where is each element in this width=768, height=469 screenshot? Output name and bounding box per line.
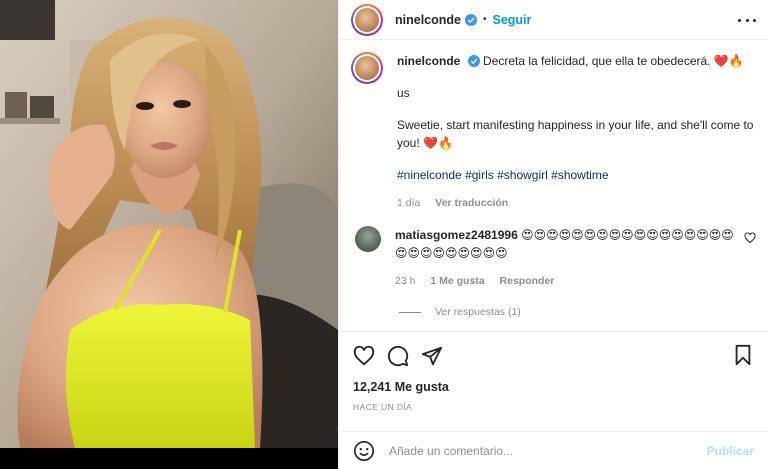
caption-lang-marker: us — [397, 86, 410, 100]
caption-username[interactable]: ninelconde — [397, 54, 460, 68]
caption-meta: 1 día Ver traducción — [397, 194, 756, 212]
post-header: ninelconde • Seguir — [339, 0, 768, 40]
comment-input[interactable] — [389, 443, 707, 458]
comment-likes[interactable]: 1 Me gusta — [430, 275, 484, 287]
comment-icon[interactable] — [387, 345, 409, 367]
hashtag-link[interactable]: #ninelconde — [397, 168, 462, 182]
commenter-username[interactable]: matiasgomez2481996 — [395, 228, 518, 242]
author-username[interactable]: ninelconde — [395, 13, 461, 27]
comments-section: ninelconde Decreta la felicidad, que ell… — [339, 40, 768, 331]
verified-icon — [467, 55, 480, 67]
comment-meta: 23 h 1 Me gusta Responder — [395, 272, 734, 290]
action-icons — [353, 344, 754, 368]
publish-button[interactable]: Publicar — [707, 444, 754, 458]
post-actions: 12,241 Me gusta HACE UN DÍA — [339, 331, 768, 431]
comment-body: matiasgomez2481996 😍😍😍😍😍😍😍😍😍😍😍😍😍😍😍😍😍😍😍😍😍… — [395, 226, 756, 290]
emoji-icon[interactable] — [353, 440, 375, 462]
header-separator: • — [482, 14, 487, 25]
author-avatar[interactable] — [351, 3, 383, 36]
verified-icon — [464, 13, 477, 26]
comment-time: 23 h — [395, 275, 416, 287]
translate-button[interactable]: Ver traducción — [435, 197, 508, 209]
caption-time: 1 día — [397, 197, 421, 209]
post-photo[interactable] — [0, 0, 338, 448]
caption-text-es: Decreta la felicidad, que ella te obedec… — [483, 54, 744, 68]
reply-button[interactable]: Responder — [500, 275, 555, 287]
caption-body: ninelconde Decreta la felicidad, que ell… — [397, 52, 756, 212]
share-icon[interactable] — [421, 345, 443, 367]
likes-count[interactable]: 12,241 Me gusta — [353, 380, 754, 394]
more-options-icon[interactable] — [738, 12, 756, 28]
replies-divider — [399, 311, 421, 313]
heart-icon[interactable] — [353, 345, 375, 367]
follow-button[interactable]: Seguir — [493, 13, 532, 27]
hashtag-link[interactable]: #showtime — [551, 168, 608, 182]
hashtag-link[interactable]: #girls — [465, 168, 494, 182]
add-comment-bar: Publicar — [339, 431, 768, 469]
view-replies-label: Ver respuestas (1) — [435, 306, 521, 318]
post-media — [0, 0, 338, 469]
caption-text-en: Sweetie, start manifesting happiness in … — [397, 118, 754, 150]
view-replies-button[interactable]: Ver respuestas (1) — [399, 306, 756, 318]
instagram-post: ninelconde • Seguir ninelconde Decreta l… — [0, 0, 768, 469]
caption-hashtags: #ninelconde #girls #showgirl #showtime — [397, 166, 756, 184]
post-sidebar: ninelconde • Seguir ninelconde Decreta l… — [338, 0, 768, 469]
bookmark-icon[interactable] — [732, 344, 754, 366]
hashtag-link[interactable]: #showgirl — [497, 168, 548, 182]
caption-avatar[interactable] — [351, 52, 383, 84]
commenter-avatar[interactable] — [355, 226, 381, 252]
post-timestamp[interactable]: HACE UN DÍA — [353, 402, 754, 412]
comment-item: matiasgomez2481996 😍😍😍😍😍😍😍😍😍😍😍😍😍😍😍😍😍😍😍😍😍… — [351, 226, 756, 290]
comment-heart-icon[interactable] — [744, 232, 756, 244]
caption: ninelconde Decreta la felicidad, que ell… — [351, 52, 756, 212]
photo-illustration — [0, 0, 338, 448]
